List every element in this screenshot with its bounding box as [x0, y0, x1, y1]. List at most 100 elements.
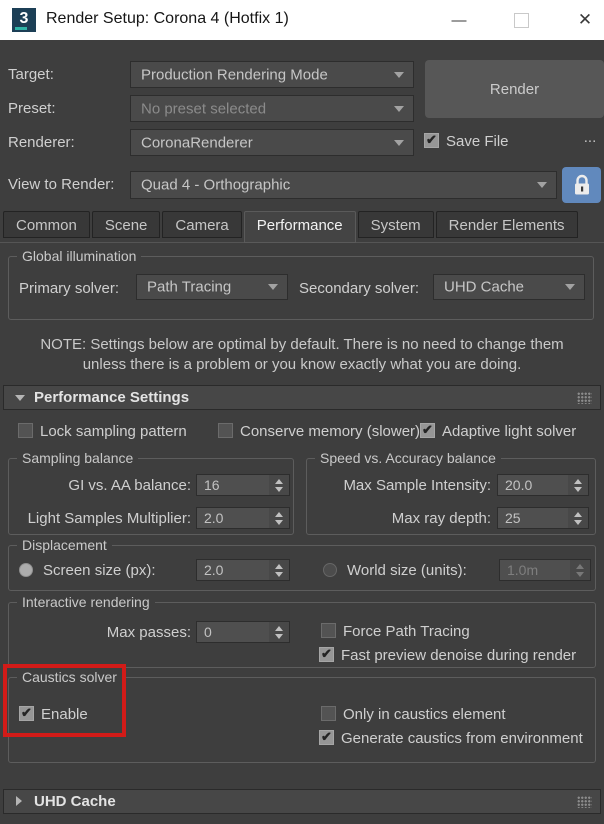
world-size-radio[interactable] [323, 563, 337, 577]
global-illumination-group: Global illumination Primary solver: Path… [8, 248, 594, 320]
secondary-solver-dropdown[interactable]: UHD Cache [433, 274, 585, 300]
maximize-icon [513, 12, 529, 28]
dropdown-arrow-icon [394, 71, 404, 78]
spinner-buttons [568, 508, 588, 528]
spinner-up-icon[interactable] [275, 563, 283, 569]
conserve-memory-checkbox[interactable] [218, 423, 233, 438]
adaptive-light-solver-checkbox[interactable] [420, 422, 435, 438]
conserve-memory-label: Conserve memory (slower) [240, 423, 421, 440]
gi-aa-balance-spinner[interactable]: 16 [196, 474, 290, 496]
close-button[interactable]: ✕ [572, 8, 598, 32]
tab-render-elements[interactable]: Render Elements [435, 211, 578, 238]
dropdown-arrow-icon [268, 284, 278, 290]
group-title: Sampling balance [17, 450, 139, 466]
spinner-up-icon[interactable] [275, 511, 283, 517]
preset-label: Preset: [8, 100, 56, 117]
spinner-up-icon[interactable] [574, 511, 582, 517]
tab-system[interactable]: System [357, 211, 434, 238]
group-title: Speed vs. Accuracy balance [315, 450, 501, 466]
target-dropdown[interactable]: Production Rendering Mode [130, 61, 414, 88]
dropdown-arrow-icon [537, 182, 547, 188]
screen-size-label: Screen size (px): [43, 562, 156, 579]
screen-size-value: 2.0 [204, 562, 224, 578]
group-title: Caustics solver [17, 669, 122, 685]
render-button[interactable]: Render [425, 60, 604, 118]
max-ray-depth-label: Max ray depth: [391, 510, 491, 527]
minimize-button[interactable]: — [446, 8, 472, 32]
max-ray-depth-spinner[interactable]: 25 [497, 507, 589, 529]
spinner-down-icon[interactable] [275, 519, 283, 525]
save-file-label: Save File [446, 133, 509, 150]
preset-dropdown-value: No preset selected [141, 100, 267, 117]
sampling-balance-group: Sampling balance GI vs. AA balance: 16 L… [8, 450, 294, 535]
world-size-spinner: 1.0m [499, 559, 591, 581]
max-sample-intensity-label: Max Sample Intensity: [343, 477, 491, 494]
adaptive-light-solver-label: Adaptive light solver [442, 423, 577, 440]
caustics-enable-checkbox[interactable] [19, 705, 34, 721]
spinner-buttons [269, 508, 289, 528]
group-title: Global illumination [17, 248, 142, 264]
fast-preview-denoise-checkbox[interactable] [319, 646, 334, 662]
save-file-browse-button[interactable]: ... [580, 129, 600, 151]
caustics-enable-label: Enable [41, 706, 88, 723]
tab-performance[interactable]: Performance [243, 211, 356, 243]
light-samples-multiplier-spinner[interactable]: 2.0 [196, 507, 290, 529]
primary-solver-dropdown[interactable]: Path Tracing [136, 274, 288, 300]
spinner-up-icon[interactable] [275, 478, 283, 484]
group-title: Interactive rendering [17, 594, 155, 610]
renderer-label: Renderer: [8, 134, 75, 151]
interactive-rendering-group: Interactive rendering Max passes: 0 Forc… [8, 594, 596, 668]
light-samples-multiplier-value: 2.0 [204, 510, 224, 526]
viewport-lock-button[interactable] [562, 167, 601, 203]
tab-common[interactable]: Common [3, 211, 90, 238]
drag-grip-icon [577, 392, 592, 404]
spinner-down-icon[interactable] [574, 486, 582, 492]
max-sample-intensity-value: 20.0 [505, 477, 533, 493]
3dsmax-app-icon: 3 [12, 8, 36, 32]
spinner-up-icon[interactable] [574, 478, 582, 484]
preset-dropdown[interactable]: No preset selected [130, 95, 414, 122]
max-ray-depth-value: 25 [505, 510, 521, 526]
world-size-label: World size (units): [347, 562, 467, 579]
spinner-up-icon [576, 563, 584, 569]
spinner-up-icon[interactable] [275, 625, 283, 631]
spinner-buttons [269, 560, 289, 580]
screen-size-radio[interactable] [19, 563, 33, 577]
max-passes-label: Max passes: [106, 624, 191, 641]
dropdown-arrow-icon [394, 105, 404, 112]
render-setup-dialog: 3 Render Setup: Corona 4 (Hotfix 1) — ✕ … [0, 0, 604, 824]
note-text-line1: NOTE: Settings below are optimal by defa… [40, 336, 564, 353]
tab-camera[interactable]: Camera [162, 211, 242, 238]
generate-caustics-env-checkbox[interactable] [319, 729, 334, 745]
uhd-cache-rollout[interactable]: UHD Cache [3, 789, 601, 814]
world-size-value: 1.0m [507, 562, 539, 578]
spinner-down-icon[interactable] [275, 633, 283, 639]
spinner-buttons [568, 475, 588, 495]
displacement-group: Displacement Screen size (px): 2.0 World… [8, 537, 596, 591]
screen-size-spinner[interactable]: 2.0 [196, 559, 290, 581]
renderer-dropdown[interactable]: CoronaRenderer [130, 129, 414, 156]
target-label: Target: [8, 66, 54, 83]
max-passes-spinner[interactable]: 0 [196, 621, 290, 643]
tab-bar: Common Scene Camera Performance System R… [3, 211, 578, 243]
save-file-checkbox[interactable] [424, 132, 439, 148]
force-path-tracing-checkbox[interactable] [321, 623, 336, 638]
lock-sampling-pattern-label: Lock sampling pattern [40, 423, 187, 440]
performance-settings-rollout[interactable]: Performance Settings [3, 385, 601, 410]
only-caustics-element-checkbox[interactable] [321, 706, 336, 721]
view-to-render-dropdown[interactable]: Quad 4 - Orthographic [130, 171, 557, 199]
spinner-down-icon[interactable] [275, 571, 283, 577]
tab-scene[interactable]: Scene [91, 211, 161, 238]
speed-accuracy-group: Speed vs. Accuracy balance Max Sample In… [306, 450, 596, 535]
spinner-down-icon[interactable] [574, 519, 582, 525]
secondary-solver-value: UHD Cache [444, 278, 525, 296]
group-title: Displacement [17, 537, 112, 553]
lock-sampling-pattern-checkbox[interactable] [18, 423, 33, 438]
fast-preview-denoise-label: Fast preview denoise during render [341, 647, 577, 664]
dropdown-arrow-icon [394, 139, 404, 146]
spinner-down-icon[interactable] [275, 486, 283, 492]
maximize-button[interactable] [508, 8, 534, 32]
max-sample-intensity-spinner[interactable]: 20.0 [497, 474, 589, 496]
spinner-buttons [269, 475, 289, 495]
force-path-tracing-label: Force Path Tracing [343, 623, 470, 640]
